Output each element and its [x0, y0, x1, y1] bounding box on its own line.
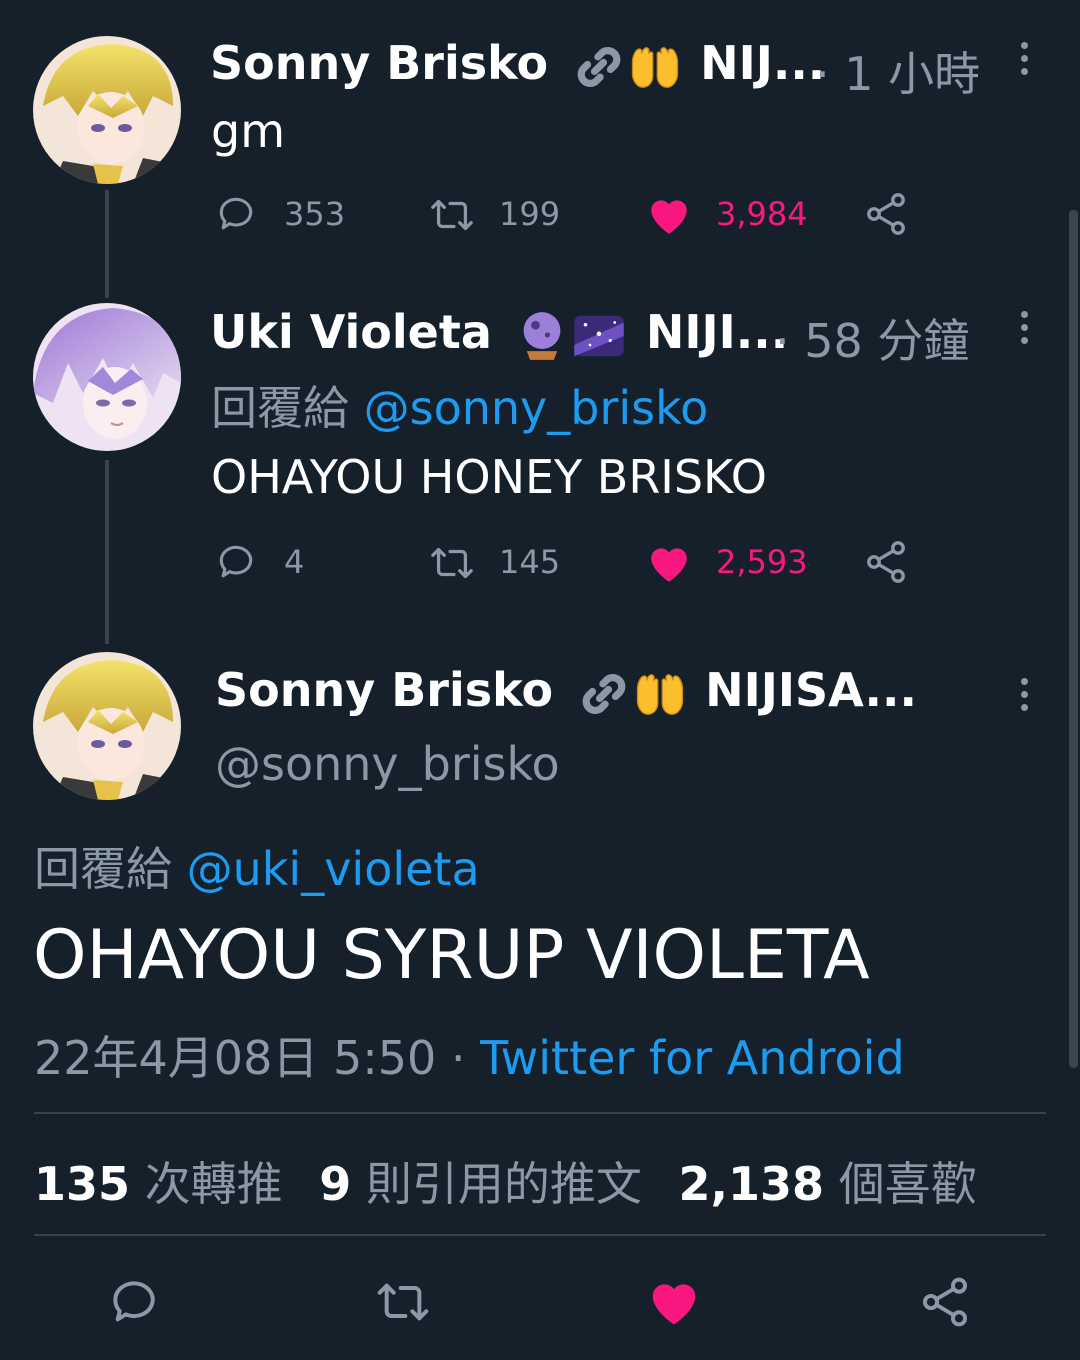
- reply-icon: [214, 540, 258, 584]
- share-icon[interactable]: [917, 1274, 973, 1330]
- raising-hands-emoji: [631, 667, 689, 721]
- retweet-icon: [427, 192, 477, 238]
- reply-context: 回覆給 @uki_violeta: [34, 842, 480, 896]
- tweet-meta: 22年4月08日 5:50 · Twitter for Android: [34, 1031, 905, 1085]
- reply-context: 回覆給 @sonny_brisko: [211, 381, 709, 435]
- reply-count: 4: [284, 543, 305, 581]
- avatar[interactable]: [33, 652, 181, 800]
- avatar[interactable]: [33, 36, 181, 184]
- likes-stat[interactable]: 2,138 個喜歡: [679, 1157, 977, 1211]
- retweet-count: 145: [499, 543, 561, 581]
- divider: [34, 1112, 1046, 1114]
- avatar[interactable]: [33, 303, 181, 451]
- quotes-stat[interactable]: 9 則引用的推文: [319, 1157, 642, 1211]
- divider: [34, 1234, 1046, 1236]
- tweet-timestamp[interactable]: · 58 分鐘: [775, 305, 969, 371]
- more-vertical-icon[interactable]: [1021, 42, 1029, 81]
- reply-icon[interactable]: [106, 1274, 162, 1330]
- like-count: 2,593: [716, 543, 808, 581]
- share-icon[interactable]: [862, 190, 910, 238]
- retweets-stat[interactable]: 135 次轉推: [34, 1157, 283, 1211]
- mention-link[interactable]: @uki_violeta: [187, 842, 480, 896]
- link-emoji: [572, 40, 626, 94]
- tweet-stats: 135 次轉推 9 則引用的推文 2,138 個喜歡: [34, 1148, 977, 1214]
- tweet-author-name[interactable]: Uki Violeta NIJI...: [210, 305, 788, 363]
- heart-icon: [644, 538, 694, 588]
- more-vertical-icon[interactable]: [1021, 311, 1029, 350]
- retweet-count: 199: [499, 195, 561, 233]
- retweet-icon[interactable]: [372, 1274, 434, 1330]
- thread-line: [105, 460, 109, 644]
- tweet-timestamp[interactable]: · 1 小時: [815, 38, 980, 104]
- share-icon[interactable]: [862, 538, 910, 586]
- thread-line: [105, 190, 109, 298]
- raising-hands-emoji: [626, 40, 684, 94]
- tweet-text: gm: [211, 104, 286, 158]
- reply-icon: [214, 192, 258, 236]
- tweet-author-name[interactable]: Sonny Brisko NIJ...: [210, 36, 825, 94]
- reply-count: 353: [284, 195, 346, 233]
- retweet-icon: [427, 540, 477, 586]
- scrollbar[interactable]: [1069, 210, 1078, 1068]
- crystal-ball-emoji: [516, 309, 568, 363]
- tweet-text: OHAYOU HONEY BRISKO: [211, 450, 767, 504]
- like-count: 3,984: [716, 195, 808, 233]
- mention-link[interactable]: @sonny_brisko: [364, 381, 709, 435]
- more-vertical-icon[interactable]: [1021, 678, 1029, 717]
- heart-icon: [644, 190, 694, 240]
- main-tweet-text: OHAYOU SYRUP VIOLETA: [33, 916, 870, 995]
- tweet-source[interactable]: Twitter for Android: [480, 1031, 905, 1085]
- tweet-date[interactable]: 22年4月08日 5:50: [34, 1031, 436, 1085]
- main-author-handle[interactable]: @sonny_brisko: [215, 737, 560, 791]
- milky-way-emoji: [568, 309, 630, 363]
- heart-icon[interactable]: [644, 1272, 704, 1332]
- link-emoji: [577, 667, 631, 721]
- main-author-name[interactable]: Sonny Brisko NIJISA...: [215, 663, 917, 721]
